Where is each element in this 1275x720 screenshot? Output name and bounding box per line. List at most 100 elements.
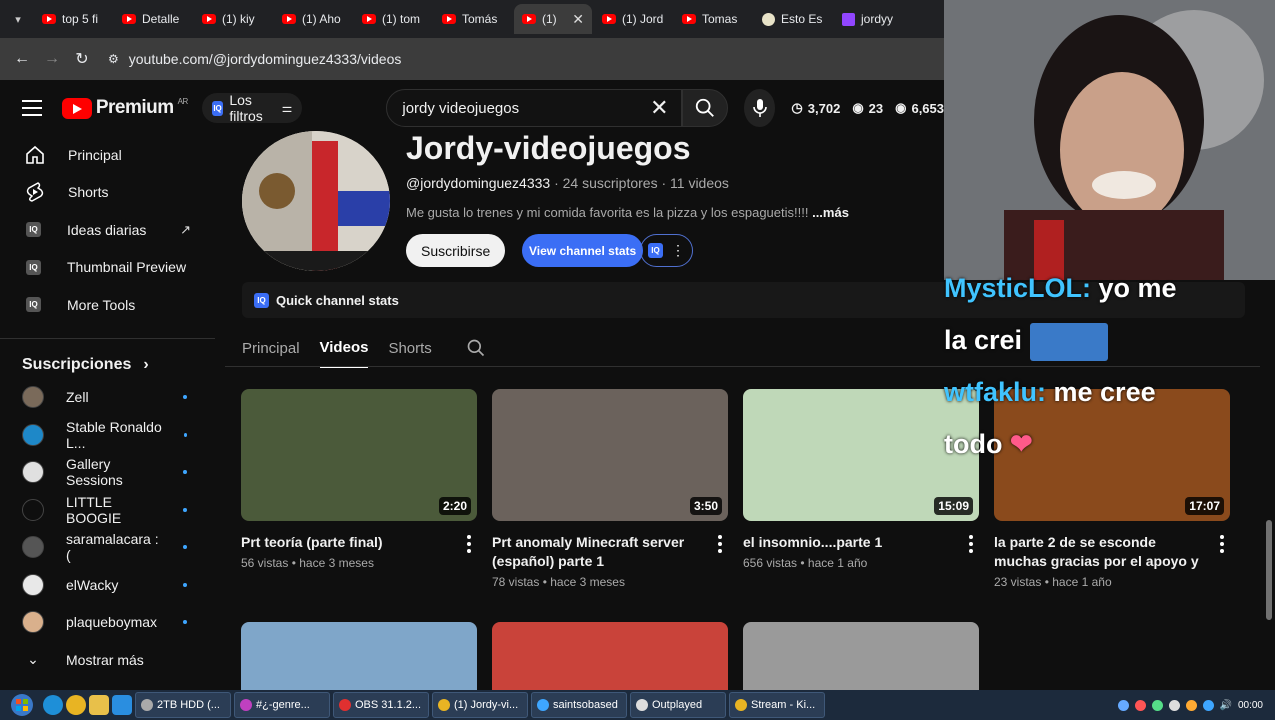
search-button[interactable] <box>681 89 729 127</box>
subscription-item[interactable]: Zell <box>0 379 215 417</box>
new-content-dot <box>183 507 187 512</box>
back-icon[interactable]: ← <box>10 47 34 71</box>
subscription-item[interactable]: LITTLE BOOGIE <box>0 491 215 529</box>
iq-menu-button[interactable]: IQ ⋮ <box>640 234 693 267</box>
browser-tab[interactable]: (1) Jord <box>594 4 672 34</box>
tab-title: (1) Jord <box>622 12 664 26</box>
subscription-item[interactable]: plaqueboymax <box>0 604 215 642</box>
chat-username: wtfaklu: <box>944 377 1047 407</box>
sidebar-item-shorts[interactable]: Shorts <box>0 174 215 212</box>
video-thumbnail[interactable] <box>241 622 477 692</box>
channel-search-icon[interactable] <box>466 328 486 368</box>
browser-tab[interactable]: (1) Aho <box>274 4 352 34</box>
video-card[interactable] <box>743 622 979 692</box>
browser-tab[interactable]: Tomás <box>434 4 512 34</box>
more-vert-icon[interactable] <box>969 535 973 553</box>
start-button[interactable] <box>4 691 40 719</box>
tray-icon[interactable] <box>1117 699 1129 711</box>
browser-tab[interactable]: Detalle <box>114 4 192 34</box>
more-vert-icon[interactable] <box>1220 535 1224 553</box>
close-tab-icon[interactable]: ✕ <box>572 11 584 28</box>
folder-icon[interactable] <box>89 695 109 715</box>
tray-icon[interactable] <box>1134 699 1146 711</box>
subscription-item[interactable]: Gallery Sessions <box>0 454 215 492</box>
video-title[interactable]: el insomnio....parte 1 <box>743 533 979 552</box>
voice-search-button[interactable] <box>744 89 776 127</box>
taskbar-window[interactable]: 2TB HDD (... <box>135 692 231 718</box>
taskbar-window[interactable]: Stream - Ki... <box>729 692 825 718</box>
youtube-premium-logo[interactable]: Premium AR <box>61 97 188 119</box>
more-vert-icon[interactable] <box>718 535 722 553</box>
taskbar-window[interactable]: Outplayed <box>630 692 726 718</box>
video-thumbnail[interactable]: 2:20 <box>241 389 477 521</box>
browser-tab[interactable]: jordyy <box>834 4 912 34</box>
video-thumbnail[interactable] <box>743 622 979 692</box>
taskbar-window[interactable]: (1) Jordy-vi... <box>432 692 528 718</box>
video-title[interactable]: la parte 2 de se esconde muchas gracias … <box>994 533 1230 571</box>
channel-avatar[interactable] <box>242 131 390 271</box>
subscribe-button[interactable]: Suscribirse <box>406 234 506 267</box>
subscriptions-header[interactable]: Suscripciones › <box>0 351 215 379</box>
tab-principal[interactable]: Principal <box>242 328 300 368</box>
chat-text: me cree <box>1046 377 1156 407</box>
eye-icon: ◉ <box>895 100 907 115</box>
sidebar: Principal Shorts IQ Ideas diarias ↗ IQ T… <box>0 136 215 690</box>
video-title[interactable]: Prt anomaly Minecraft server (español) p… <box>492 533 728 571</box>
video-card[interactable]: 3:50 Prt anomaly Minecraft server (españo… <box>492 389 728 622</box>
browser-tab[interactable]: (1) ✕ <box>514 4 592 34</box>
show-more-button[interactable]: ⌄ Mostrar más <box>0 641 215 679</box>
video-duration: 2:20 <box>438 497 471 515</box>
url-field[interactable]: ⚙ youtube.com/@jordydominguez4333/videos <box>108 44 944 74</box>
more-vert-icon[interactable] <box>467 535 471 553</box>
vscode-icon[interactable] <box>112 695 132 715</box>
taskbar-window[interactable]: saintsobased <box>531 692 627 718</box>
avatar <box>22 573 44 596</box>
search-input[interactable]: jordy videojuegos ✕ <box>386 89 682 127</box>
chrome-icon[interactable] <box>66 695 86 715</box>
browser-tab[interactable]: top 5 fi <box>34 4 112 34</box>
sidebar-item-more-tools[interactable]: IQ More Tools <box>0 286 215 324</box>
browser-tab[interactable]: Tomas <box>674 4 752 34</box>
tab-shorts[interactable]: Shorts <box>388 328 431 368</box>
reload-icon[interactable]: ↻ <box>70 47 94 71</box>
tray-icon[interactable] <box>1202 699 1214 711</box>
taskbar-window[interactable]: #¿-genre... <box>234 692 330 718</box>
tray-icon[interactable] <box>1185 699 1197 711</box>
taskbar-window[interactable]: OBS 31.1.2... <box>333 692 429 718</box>
tab-videos[interactable]: Videos <box>319 328 369 368</box>
channel-description[interactable]: Me gusta lo trenes y mi comida favorita … <box>406 205 849 220</box>
browser-tab[interactable]: (1) tom <box>354 4 432 34</box>
video-thumbnail[interactable]: 3:50 <box>492 389 728 521</box>
video-thumbnail[interactable] <box>492 622 728 692</box>
tray-icon[interactable] <box>1168 699 1180 711</box>
subscription-item[interactable]: saramalacara :( <box>0 529 215 567</box>
video-title[interactable]: Prt teoría (parte final) <box>241 533 477 552</box>
clock[interactable]: 00:00 <box>1238 700 1263 711</box>
video-card[interactable] <box>492 622 728 692</box>
site-info-icon[interactable]: ⚙ <box>108 52 119 66</box>
menu-icon[interactable] <box>22 100 42 116</box>
subscription-name: elWacky <box>66 576 119 593</box>
subscription-item[interactable]: elWacky <box>0 566 215 604</box>
tray-icon[interactable] <box>1151 699 1163 711</box>
sidebar-item-thumbnail-preview[interactable]: IQ Thumbnail Preview <box>0 249 215 287</box>
sidebar-item-ideas-diarias[interactable]: IQ Ideas diarias ↗ <box>0 211 215 249</box>
sidebar-item-principal[interactable]: Principal <box>0 136 215 174</box>
browser-tab[interactable]: (1) kiy <box>194 4 272 34</box>
app-icon <box>636 699 648 711</box>
more-link[interactable]: ...más <box>812 205 849 220</box>
browser-tab[interactable]: Esto Es <box>754 4 832 34</box>
view-channel-stats-button[interactable]: View channel stats <box>522 234 644 267</box>
tab-title: (1) Aho <box>302 12 341 26</box>
subscription-item[interactable]: Stable Ronaldo L... <box>0 416 215 454</box>
video-card[interactable]: 2:20 Prt teoría (parte final) 56 vistas • … <box>241 389 477 622</box>
video-card[interactable] <box>241 622 477 692</box>
forward-icon[interactable]: → <box>40 47 64 71</box>
tab-search-button[interactable]: ▾ <box>4 5 32 33</box>
filters-button[interactable]: IQ Los filtros ⚌ <box>201 92 303 124</box>
edge-icon[interactable] <box>43 695 63 715</box>
volume-icon[interactable]: 🔊 <box>1220 700 1232 711</box>
clear-search-icon[interactable]: ✕ <box>650 95 668 121</box>
search-value: jordy videojuegos <box>402 99 520 117</box>
video-grid-row-2 <box>241 622 979 692</box>
